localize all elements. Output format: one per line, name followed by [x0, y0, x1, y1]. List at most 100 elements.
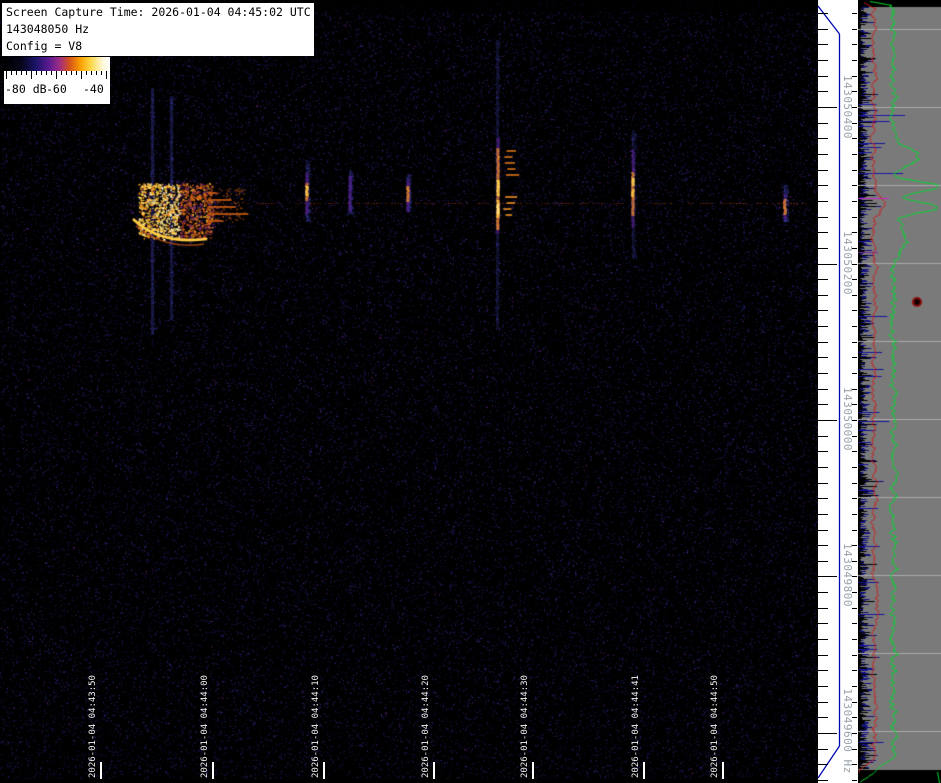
freq-tick-right: [852, 530, 857, 531]
time-tick: [643, 762, 645, 779]
capture-time-text: Screen Capture Time: 2026-01-04 04:45:02…: [6, 4, 314, 21]
freq-tick: [818, 451, 828, 452]
freq-tick: [818, 420, 837, 421]
freq-tick-right: [852, 655, 857, 656]
legend-tick: [96, 71, 97, 75]
time-tick: [433, 762, 435, 779]
time-axis-label: 2026-01-04 04:44:00: [200, 675, 210, 778]
freq-tick-right: [852, 670, 857, 671]
legend-tick: [16, 71, 17, 75]
legend-tick: [86, 71, 87, 75]
spectrum-graph-panel[interactable]: [858, 0, 941, 783]
legend-tick: [41, 71, 42, 75]
legend-tick: [26, 71, 27, 75]
config-text: Config = V8: [6, 38, 314, 55]
freq-tick-right: [852, 623, 857, 624]
time-axis-label: 2026-01-04 04:43:50: [88, 675, 98, 778]
freq-tick: [818, 13, 828, 14]
freq-tick: [818, 264, 837, 265]
freq-tick: [818, 232, 828, 233]
freq-tick: [818, 655, 828, 656]
freq-tick: [818, 60, 828, 61]
freq-tick-right: [852, 780, 857, 781]
legend-tick: [21, 71, 22, 75]
freq-tick: [818, 154, 828, 155]
freq-tick: [818, 170, 828, 171]
center-frequency-text: 143048050 Hz: [6, 21, 314, 38]
legend-tick: [91, 71, 92, 75]
freq-tick: [818, 764, 828, 765]
time-tick: [532, 762, 534, 779]
freq-tick: [818, 530, 828, 531]
capture-info-overlay: Screen Capture Time: 2026-01-04 04:45:02…: [2, 3, 314, 56]
legend-tick: [106, 71, 107, 79]
time-tick: [212, 762, 214, 779]
freq-tick: [818, 749, 828, 750]
freq-tick-right: [852, 451, 857, 452]
time-axis-label: 2026-01-04 04:44:41: [631, 675, 641, 778]
legend-tick: [36, 71, 37, 75]
freq-tick: [818, 592, 828, 593]
color-scale-legend: -80 dB -60 -40: [4, 57, 110, 104]
freq-tick: [818, 561, 828, 562]
freq-tick-right: [852, 154, 857, 155]
freq-tick: [818, 373, 828, 374]
freq-tick: [818, 76, 828, 77]
freq-tick-right: [852, 170, 857, 171]
freq-tick: [818, 670, 828, 671]
freq-tick-right: [852, 639, 857, 640]
time-axis-label: 2026-01-04 04:44:10: [311, 675, 321, 778]
legend-tick: [56, 71, 57, 79]
legend-tick: [31, 71, 32, 79]
freq-tick-right: [852, 310, 857, 311]
color-gradient-bar: [4, 57, 110, 71]
frequency-ruler[interactable]: 1430504001430502001430500001430498001430…: [818, 0, 858, 783]
freq-tick-right: [852, 608, 857, 609]
freq-tick: [818, 185, 828, 186]
freq-tick-right: [852, 686, 857, 687]
legend-label-60: -60: [46, 82, 67, 96]
freq-tick: [818, 295, 828, 296]
freq-tick: [818, 608, 828, 609]
legend-label-80db: -80 dB: [5, 82, 47, 96]
freq-tick: [818, 498, 828, 499]
freq-tick: [818, 326, 828, 327]
freq-tick: [818, 29, 828, 30]
time-axis-label: 2026-01-04 04:44:20: [421, 675, 431, 778]
freq-axis-label: 143050400: [841, 75, 854, 139]
legend-tick: [76, 71, 77, 75]
freq-tick: [818, 201, 828, 202]
freq-tick: [818, 717, 828, 718]
legend-tick: [101, 71, 102, 75]
legend-label-40: -40: [83, 82, 104, 96]
freq-tick-right: [852, 217, 857, 218]
spectrum-analyzer-screen: 1430504001430502001430500001430498001430…: [0, 0, 941, 783]
freq-tick-right: [852, 44, 857, 45]
freq-tick-right: [852, 342, 857, 343]
freq-tick-right: [852, 326, 857, 327]
freq-tick: [818, 733, 837, 734]
freq-tick: [818, 639, 828, 640]
freq-tick-right: [852, 29, 857, 30]
freq-tick-right: [852, 514, 857, 515]
waterfall-spectrogram[interactable]: [0, 0, 818, 783]
freq-tick-right: [852, 60, 857, 61]
time-axis-label: 2026-01-04 04:44:50: [710, 675, 720, 778]
legend-tick: [11, 71, 12, 75]
freq-tick: [818, 248, 828, 249]
freq-tick: [818, 483, 828, 484]
freq-tick-right: [852, 201, 857, 202]
freq-tick-right: [852, 483, 857, 484]
freq-tick: [818, 310, 828, 311]
freq-tick: [818, 576, 837, 577]
freq-tick: [818, 404, 828, 405]
freq-tick-right: [852, 357, 857, 358]
freq-tick: [818, 467, 828, 468]
freq-tick-right: [852, 185, 857, 186]
freq-tick: [818, 686, 828, 687]
freq-tick: [818, 138, 828, 139]
time-tick: [100, 762, 102, 779]
freq-axis-label: 143050000: [841, 387, 854, 451]
legend-tick: [81, 71, 82, 79]
freq-tick: [818, 217, 828, 218]
